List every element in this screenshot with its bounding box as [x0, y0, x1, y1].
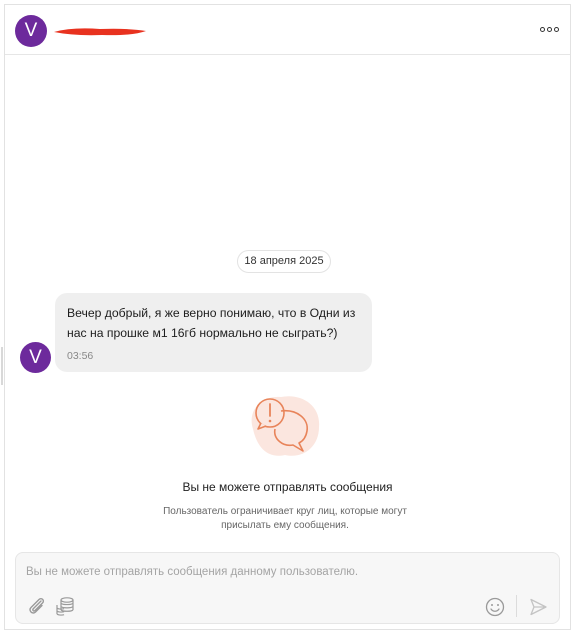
scroll-indicator: [1, 347, 3, 385]
warning-chat-icon: [251, 396, 320, 456]
message-time: 03:56: [67, 350, 94, 362]
chat-header: V: [5, 5, 570, 55]
more-button[interactable]: [538, 22, 560, 36]
message-input[interactable]: [26, 563, 546, 581]
message-composer: [15, 552, 560, 624]
emoji-icon[interactable]: [484, 596, 506, 618]
message-bubble: Вечер добрый, я же верно понимаю, что в …: [55, 293, 372, 372]
redacted-name: [54, 28, 146, 36]
date-separator: 18 апреля 2025: [237, 250, 331, 273]
blocked-title: Вы не можете отправлять сообщения: [182, 480, 393, 494]
contact-avatar[interactable]: V: [15, 15, 47, 47]
message-text: Вечер добрый, я же верно понимаю, что в …: [67, 306, 356, 340]
chat-window: V 18 апреля 2025 V Вечер добрый, я же ве…: [1, 4, 571, 630]
coins-icon[interactable]: [54, 595, 76, 617]
more-icon: [539, 26, 545, 32]
paperclip-icon[interactable]: [26, 595, 48, 617]
composer-divider: [516, 595, 517, 617]
message-avatar[interactable]: V: [20, 342, 51, 373]
send-icon[interactable]: [527, 596, 549, 618]
blocked-description: Пользователь ограничивает круг лиц, кото…: [163, 506, 407, 531]
